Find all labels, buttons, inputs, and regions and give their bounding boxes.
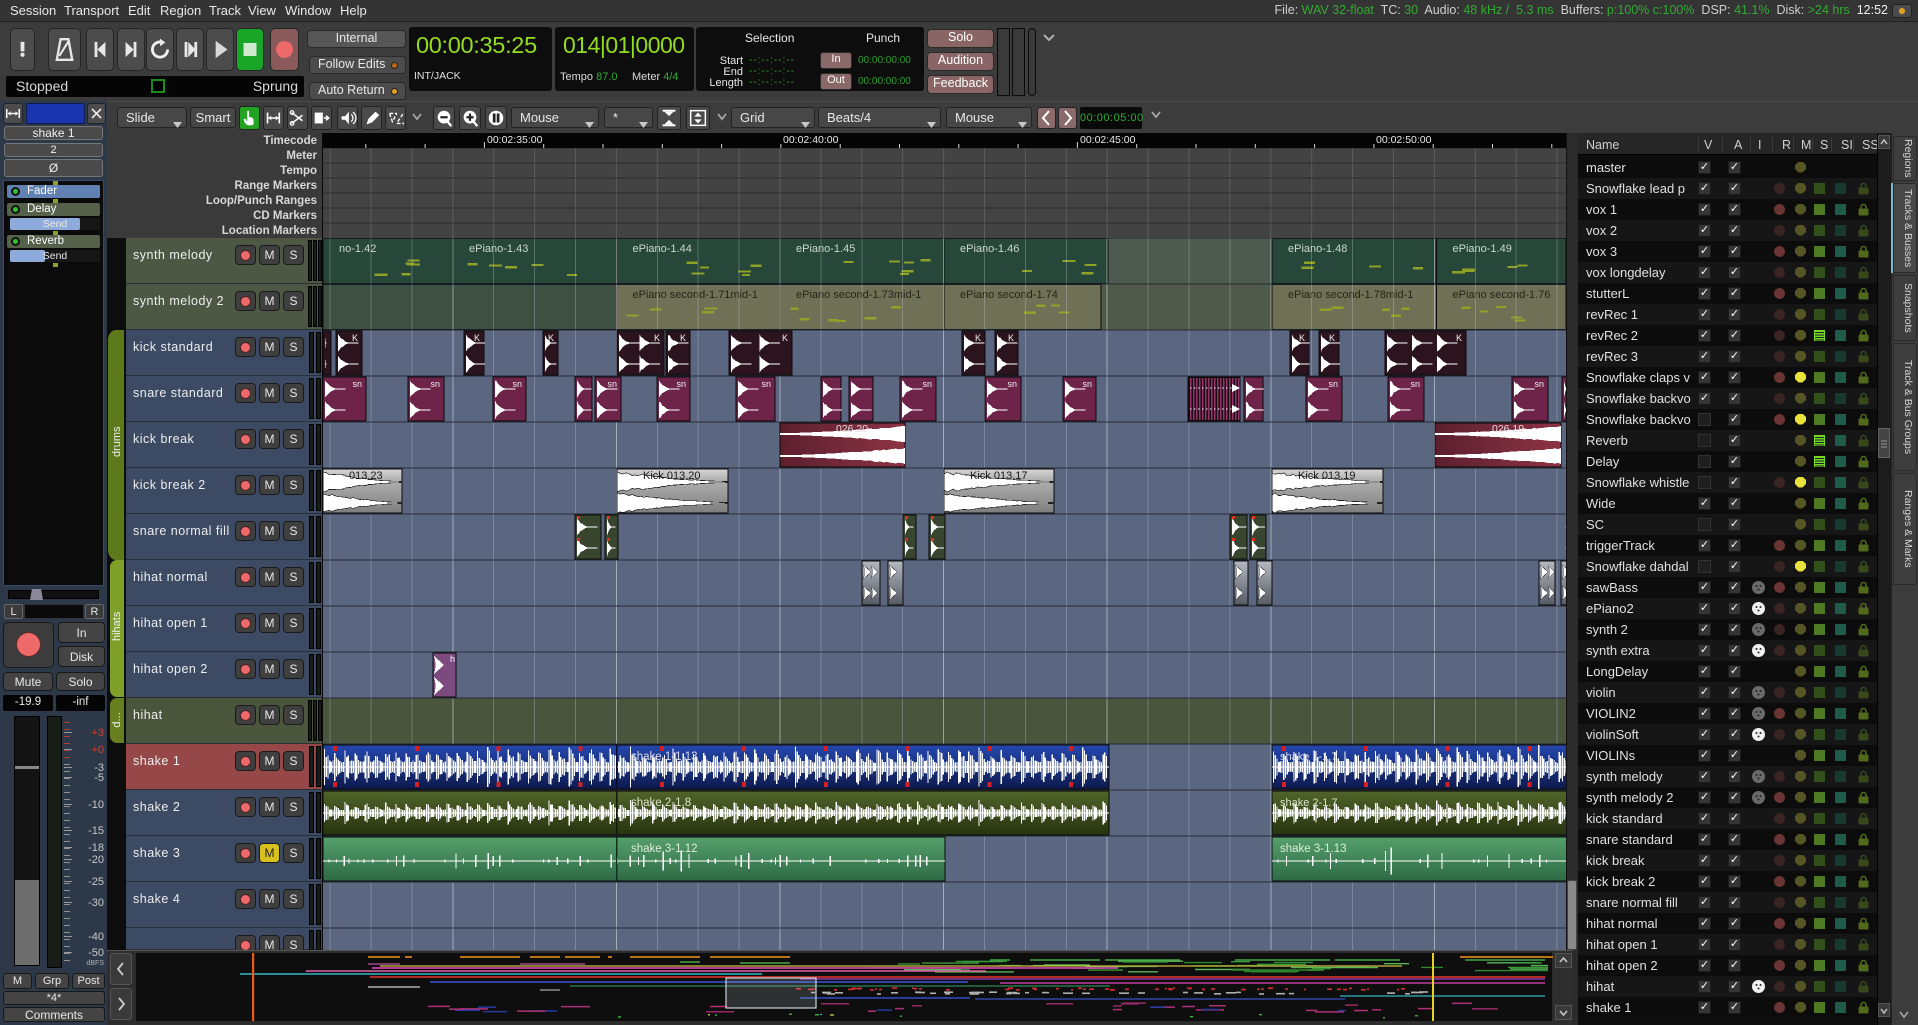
svg-text:K: K [1008,333,1014,343]
svg-text:sn: sn [607,379,617,389]
svg-text:ePiano-1.46: ePiano-1.46 [960,243,1019,255]
svg-text:K: K [782,333,788,343]
svg-text:h: h [450,654,455,664]
svg-text:K: K [654,333,660,343]
svg-text:026.20: 026.20 [836,423,868,435]
svg-text:Kick 013.19: Kick 013.19 [1298,470,1355,482]
svg-text:ePiano-1.48: ePiano-1.48 [1288,243,1347,255]
svg-text:sn: sn [1410,379,1420,389]
svg-text:shake 1-1.13: shake 1-1.13 [631,751,698,763]
svg-text:sn: sn [1007,379,1017,389]
svg-text:sn: sn [1328,379,1338,389]
svg-text:ePiano-1.45: ePiano-1.45 [796,243,855,255]
svg-text:K: K [1456,333,1462,343]
svg-text:K: K [548,333,554,343]
svg-text:sn: sn [761,379,771,389]
svg-text:026.19: 026.19 [1492,423,1524,435]
svg-text:K: K [680,333,686,343]
svg-text:sn: sn [430,379,440,389]
svg-text:ePiano-1.43: ePiano-1.43 [469,243,528,255]
svg-text:shake 2-1.7: shake 2-1.7 [1280,797,1337,809]
svg-text:sn: sn [352,379,362,389]
svg-text:K: K [975,333,981,343]
svg-text:K: K [474,333,480,343]
svg-text:ePiano second-1.76: ePiano second-1.76 [1453,289,1551,301]
svg-text:shake 3-1.12: shake 3-1.12 [631,843,698,855]
svg-text:K: K [1299,333,1305,343]
svg-text:shake 3-1.13: shake 3-1.13 [1280,843,1347,855]
svg-text:ePiano second-1.78mid-1: ePiano second-1.78mid-1 [1288,289,1413,301]
svg-text:Kick 013.20: Kick 013.20 [643,470,700,482]
svg-text:sn: sn [1534,379,1544,389]
svg-text:ePiano-1.44: ePiano-1.44 [633,243,692,255]
svg-text:ePiano-1.49: ePiano-1.49 [1453,243,1512,255]
svg-text:shake 1-1.7: shake 1-1.7 [1280,751,1337,763]
svg-text:shake 2-1.8: shake 2-1.8 [631,797,691,809]
svg-text:sn: sn [512,379,522,389]
svg-text:sn: sn [922,379,932,389]
svg-text:K: K [1329,333,1335,343]
svg-text:013.23: 013.23 [349,470,383,482]
svg-text:Kick 013.17: Kick 013.17 [970,470,1027,482]
svg-text:K: K [352,333,358,343]
svg-text:ePiano second-1.74: ePiano second-1.74 [960,289,1058,301]
svg-text:sn: sn [1082,379,1092,389]
svg-text:sn: sn [676,379,686,389]
